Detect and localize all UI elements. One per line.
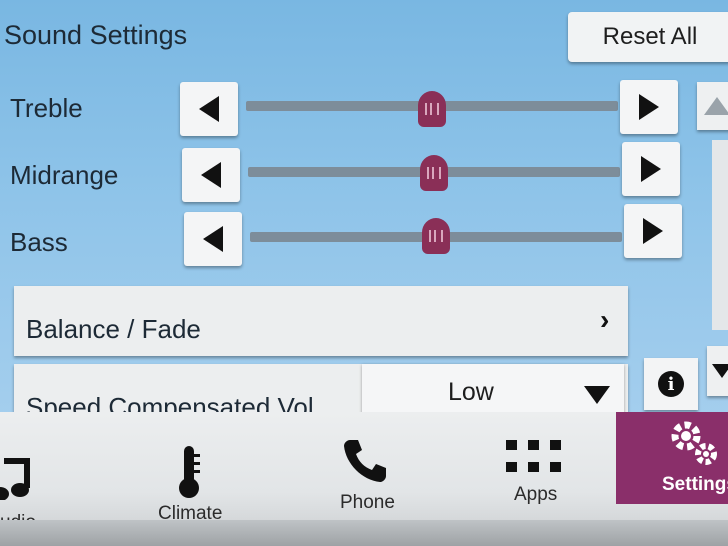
scrollbar-track[interactable] bbox=[712, 140, 728, 330]
scroll-up-button[interactable] bbox=[697, 82, 728, 130]
bass-increase-button[interactable] bbox=[624, 204, 682, 258]
screen-bezel bbox=[0, 520, 728, 546]
midrange-increase-button[interactable] bbox=[622, 142, 680, 196]
info-button[interactable]: i bbox=[644, 358, 698, 410]
right-arrow-icon bbox=[641, 156, 661, 182]
sound-settings-screen: Sound Settings Reset All Treble Midrange… bbox=[0, 0, 728, 440]
bass-decrease-button[interactable] bbox=[184, 212, 242, 266]
bass-label: Bass bbox=[10, 227, 68, 257]
page-title: Sound Settings bbox=[4, 20, 188, 50]
left-arrow-icon bbox=[201, 162, 221, 188]
chevron-down-icon bbox=[584, 386, 610, 404]
treble-decrease-button[interactable] bbox=[180, 82, 238, 136]
nav-settings[interactable]: Settings bbox=[616, 412, 728, 504]
nav-apps-label: Apps bbox=[514, 484, 558, 505]
chevron-right-icon: › bbox=[600, 304, 610, 335]
nav-climate[interactable]: Climate bbox=[140, 412, 250, 532]
treble-slider-thumb[interactable] bbox=[418, 91, 446, 127]
bass-slider-thumb[interactable] bbox=[422, 218, 450, 254]
apps-grid-icon bbox=[506, 440, 561, 472]
midrange-label: Midrange bbox=[10, 160, 119, 190]
up-arrow-icon bbox=[704, 97, 728, 115]
treble-label: Treble bbox=[10, 93, 83, 123]
nav-settings-label: Settings bbox=[662, 474, 728, 495]
thermometer-icon bbox=[179, 446, 200, 498]
gears-icon bbox=[671, 421, 717, 465]
midrange-decrease-button[interactable] bbox=[182, 148, 240, 202]
left-arrow-icon bbox=[203, 226, 223, 252]
right-arrow-icon bbox=[643, 218, 663, 244]
down-arrow-icon bbox=[712, 364, 728, 378]
midrange-slider-thumb[interactable] bbox=[420, 155, 448, 191]
reset-all-button[interactable]: Reset All bbox=[568, 12, 728, 62]
scroll-down-button[interactable] bbox=[707, 346, 728, 396]
treble-increase-button[interactable] bbox=[620, 80, 678, 134]
phone-icon bbox=[344, 440, 386, 482]
balance-fade-label: Balance / Fade bbox=[26, 314, 201, 344]
right-arrow-icon bbox=[639, 94, 659, 120]
info-icon: i bbox=[658, 371, 684, 397]
nav-apps[interactable]: Apps bbox=[490, 412, 590, 532]
nav-phone-label: Phone bbox=[340, 492, 395, 513]
nav-audio[interactable]: udio bbox=[0, 412, 120, 533]
dropdown-value: Low bbox=[448, 378, 494, 406]
balance-fade-item[interactable]: Balance / Fade › bbox=[14, 286, 628, 356]
nav-phone[interactable]: Phone bbox=[318, 412, 418, 532]
music-note-icon bbox=[0, 458, 30, 500]
left-arrow-icon bbox=[199, 96, 219, 122]
